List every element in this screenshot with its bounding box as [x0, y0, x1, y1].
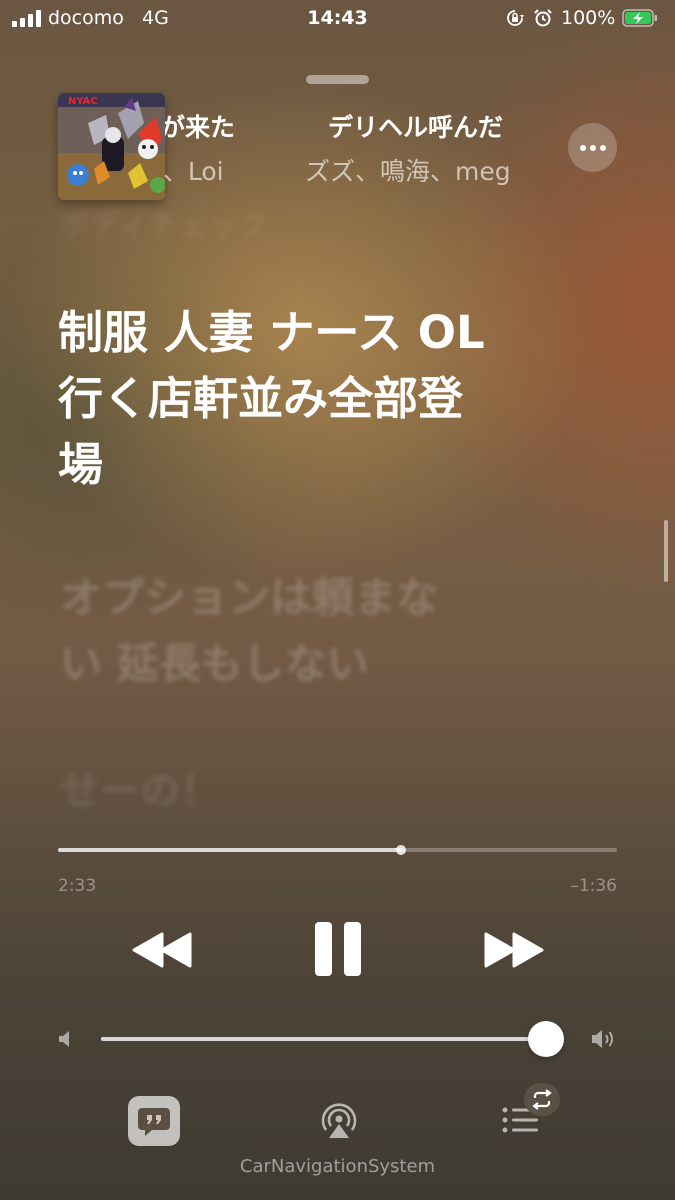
repeat-icon	[532, 1089, 552, 1110]
output-device-label: CarNavigationSystem	[239, 1156, 436, 1177]
pause-button[interactable]	[312, 920, 364, 978]
alarm-icon	[534, 9, 552, 27]
now-playing-marquee[interactable]: 君が来た デリヘル呼んだ n、Loi ズズ、鳴海、meg	[165, 108, 525, 188]
lyric-line: い 延長もしない	[60, 639, 369, 688]
svg-text:NYAC: NYAC	[68, 96, 98, 107]
playback-scrubber[interactable]	[58, 845, 617, 855]
quote-bubble-icon	[138, 1108, 170, 1136]
scrubber-knob[interactable]	[396, 845, 407, 855]
lyric-line: 制服 人妻 ナース OL	[58, 306, 485, 359]
lyric-line: オプションは頼まな	[60, 573, 439, 622]
sheet-grabber[interactable]	[306, 75, 369, 84]
repeat-badge[interactable]	[524, 1083, 560, 1116]
lyric-line: 行く店軒並み全部登	[58, 372, 464, 425]
ellipsis-icon	[579, 144, 586, 151]
volume-low-icon	[59, 1031, 69, 1047]
volume-knob[interactable]	[528, 1021, 565, 1057]
volume-fill	[101, 1037, 547, 1041]
next-track-button[interactable]	[482, 930, 546, 970]
song-title-next: デリヘル呼んだ	[328, 113, 504, 142]
artist-prev: n、Loi	[165, 157, 224, 186]
status-bar: docomo 4G 14:43 100%	[0, 0, 675, 40]
volume-slider[interactable]	[101, 1021, 565, 1057]
volume-high-icon	[592, 1030, 613, 1048]
previous-lyric-line[interactable]: ボディチェック	[60, 200, 268, 244]
more-options-button[interactable]	[568, 123, 617, 172]
next-lyric[interactable]: オプションは頼まな い 延長もしない	[60, 565, 560, 697]
upcoming-lyric[interactable]: せーの！	[60, 758, 220, 816]
lyrics-scrollbar[interactable]	[664, 520, 668, 582]
battery-percent: 100%	[561, 7, 616, 29]
current-lyric[interactable]: 制服 人妻 ナース OL 行く店軒並み全部登 場	[58, 300, 598, 498]
lyrics-button[interactable]	[128, 1096, 180, 1146]
artist-next: ズズ、鳴海、meg	[305, 157, 511, 186]
remaining-time: –1:36	[570, 876, 617, 896]
airplay-icon[interactable]	[318, 1100, 360, 1142]
battery-charging-icon	[622, 9, 657, 27]
previous-track-button[interactable]	[130, 930, 194, 970]
scrubber-fill	[58, 848, 402, 852]
album-artwork[interactable]: NYAC	[58, 93, 165, 200]
orientation-lock-icon	[507, 10, 524, 26]
song-title-prev: 君が来た	[165, 113, 236, 142]
elapsed-time: 2:33	[58, 876, 97, 896]
lyric-line: 場	[58, 438, 104, 491]
